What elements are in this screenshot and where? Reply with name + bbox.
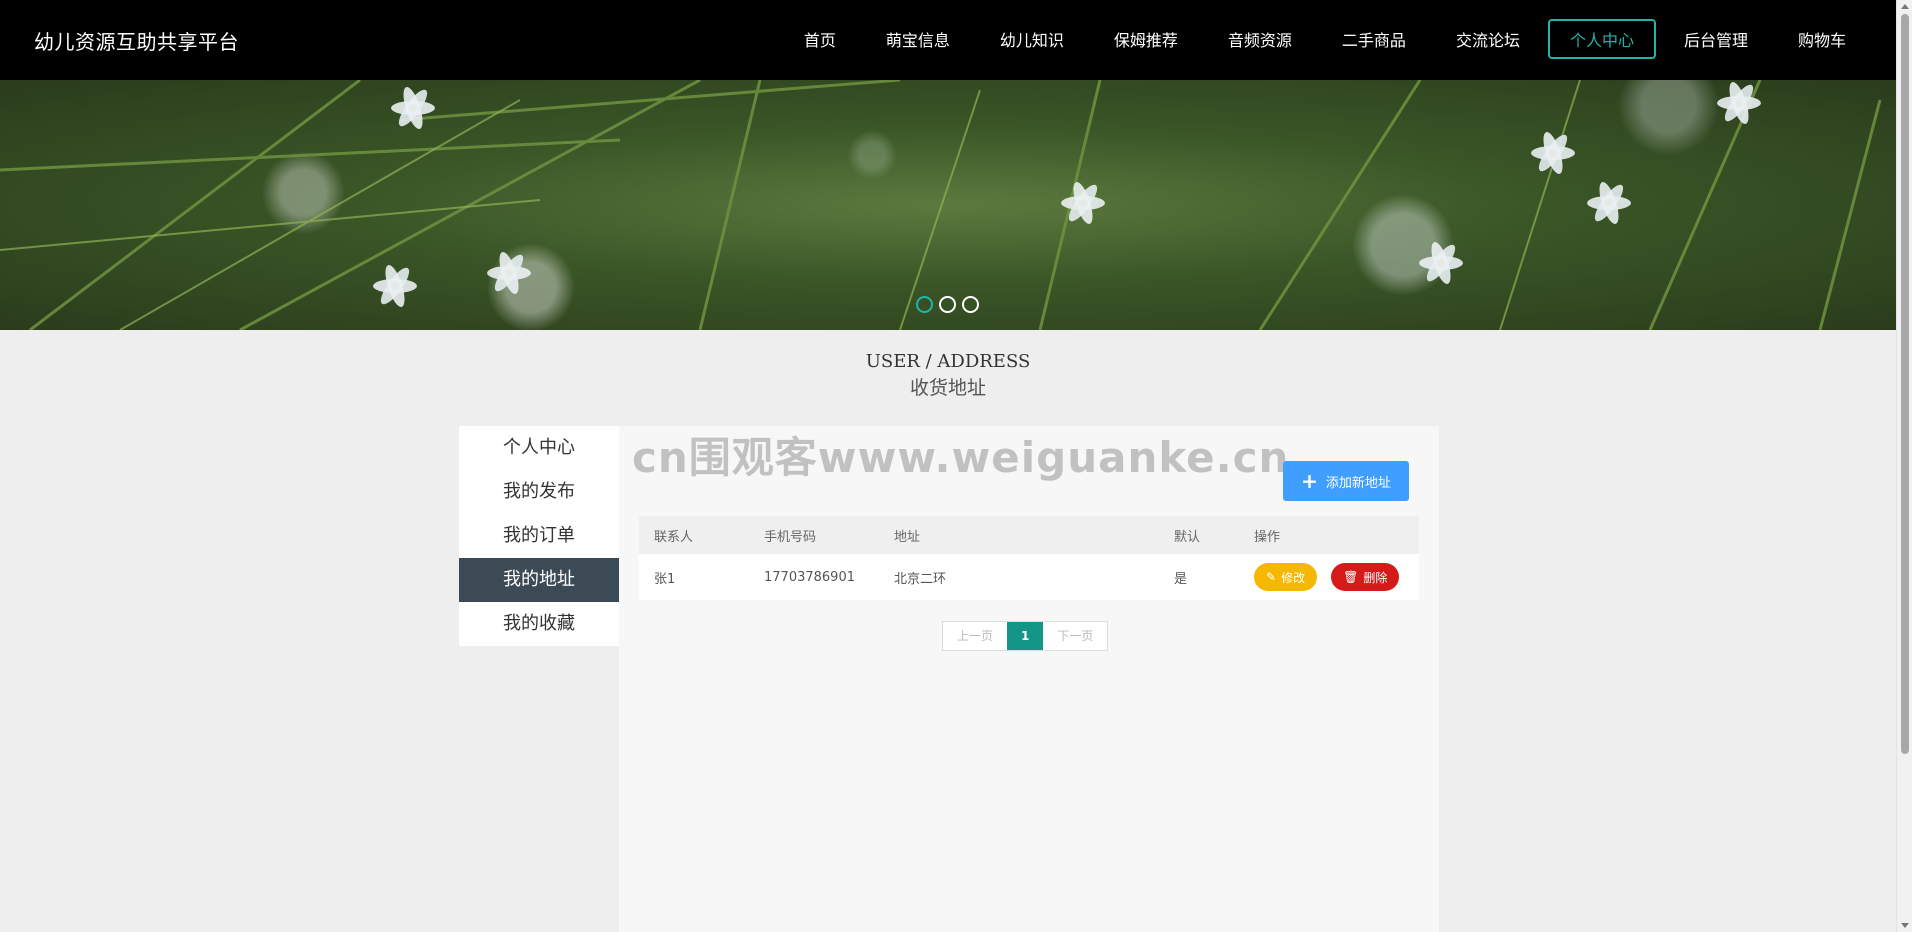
nav-home[interactable]: 首页 (782, 19, 858, 59)
next-page-button[interactable]: 下一页 (1043, 622, 1107, 650)
add-address-label: 添加新地址 (1325, 475, 1391, 491)
section-title-cn: 收货地址 (909, 377, 986, 399)
address-panel (619, 426, 1439, 932)
flower-decoration (1418, 240, 1464, 286)
sidebar-item-my-orders[interactable]: 我的订单 (459, 514, 619, 558)
prev-page-button[interactable]: 上一页 (943, 622, 1007, 650)
flower-decoration (372, 263, 418, 309)
nav-admin[interactable]: 后台管理 (1662, 19, 1770, 59)
edit-label: 修改 (1281, 570, 1306, 585)
page-scrollbar[interactable] (1896, 0, 1912, 932)
nav-baby-info[interactable]: 萌宝信息 (864, 19, 972, 59)
nav-child-knowledge[interactable]: 幼儿知识 (978, 19, 1086, 59)
cell-address: 北京二环 (894, 571, 947, 587)
header-phone: 手机号码 (764, 529, 817, 545)
sidebar-item-personal-center[interactable]: 个人中心 (459, 426, 619, 470)
nav-cart[interactable]: 购物车 (1776, 19, 1868, 59)
add-address-button[interactable]: + 添加新地址 (1283, 461, 1409, 501)
scroll-down-icon[interactable] (1901, 923, 1909, 928)
edit-button[interactable]: ✎ 修改 (1254, 563, 1318, 591)
nav-forum[interactable]: 交流论坛 (1434, 19, 1542, 59)
flower-decoration (486, 250, 532, 296)
delete-button[interactable]: 🗑 删除 (1331, 563, 1400, 591)
flower-decoration (1586, 180, 1632, 226)
section-title-en: USER / ADDRESS (865, 351, 1031, 372)
nav-audio-resources[interactable]: 音频资源 (1206, 19, 1314, 59)
nav-personal-center[interactable]: 个人中心 (1547, 19, 1656, 59)
pencil-icon: ✎ (1266, 570, 1277, 584)
header-actions: 操作 (1254, 529, 1281, 545)
address-table: 联系人 手机号码 地址 默认 操作 张1 17703786901 北京二环 是 … (639, 516, 1419, 600)
carousel-dot[interactable] (962, 296, 979, 313)
watermark-text: cn围观客www.weiguanke.cn (632, 433, 1290, 482)
nav-second-hand[interactable]: 二手商品 (1320, 19, 1428, 59)
flower-decoration (1530, 130, 1576, 176)
nav-nanny-recommend[interactable]: 保姆推荐 (1092, 19, 1200, 59)
pagination: 上一页 1 下一页 (942, 621, 1109, 651)
carousel-indicators (916, 296, 979, 313)
carousel-dot[interactable] (916, 296, 933, 313)
cell-actions: ✎ 修改 🗑 删除 (1239, 563, 1419, 591)
header-address: 地址 (894, 529, 921, 545)
cell-default: 是 (1174, 571, 1188, 587)
cell-phone: 17703786901 (764, 569, 855, 585)
page-number-current[interactable]: 1 (1007, 622, 1044, 650)
scrollbar-thumb[interactable] (1901, 14, 1909, 754)
flower-decoration (390, 85, 436, 131)
sidebar-item-my-favorites[interactable]: 我的收藏 (459, 602, 619, 646)
trash-icon: 🗑 (1343, 570, 1359, 584)
plus-icon: + (1301, 469, 1318, 493)
user-sidebar: 个人中心 我的发布 我的订单 我的地址 我的收藏 (459, 426, 619, 646)
table-row: 张1 17703786901 北京二环 是 ✎ 修改 🗑 删除 (639, 554, 1419, 600)
sidebar-item-my-posts[interactable]: 我的发布 (459, 470, 619, 514)
flower-decoration (1060, 180, 1106, 226)
table-header: 联系人 手机号码 地址 默认 操作 (639, 516, 1419, 554)
scroll-up-icon[interactable] (1901, 4, 1909, 9)
banner-carousel (0, 80, 1896, 330)
site-brand[interactable]: 幼儿资源互助共享平台 (34, 26, 239, 55)
cell-contact: 张1 (654, 571, 676, 587)
top-navbar: 幼儿资源互助共享平台 首页 萌宝信息 幼儿知识 保姆推荐 音频资源 二手商品 交… (0, 0, 1896, 80)
header-contact: 联系人 (654, 529, 694, 545)
main-nav: 首页 萌宝信息 幼儿知识 保姆推荐 音频资源 二手商品 交流论坛 个人中心 后台… (782, 19, 1868, 59)
header-default: 默认 (1174, 529, 1201, 545)
delete-label: 删除 (1363, 570, 1388, 585)
carousel-dot[interactable] (939, 296, 956, 313)
flower-decoration (1716, 80, 1762, 126)
sidebar-item-my-address[interactable]: 我的地址 (459, 558, 619, 602)
